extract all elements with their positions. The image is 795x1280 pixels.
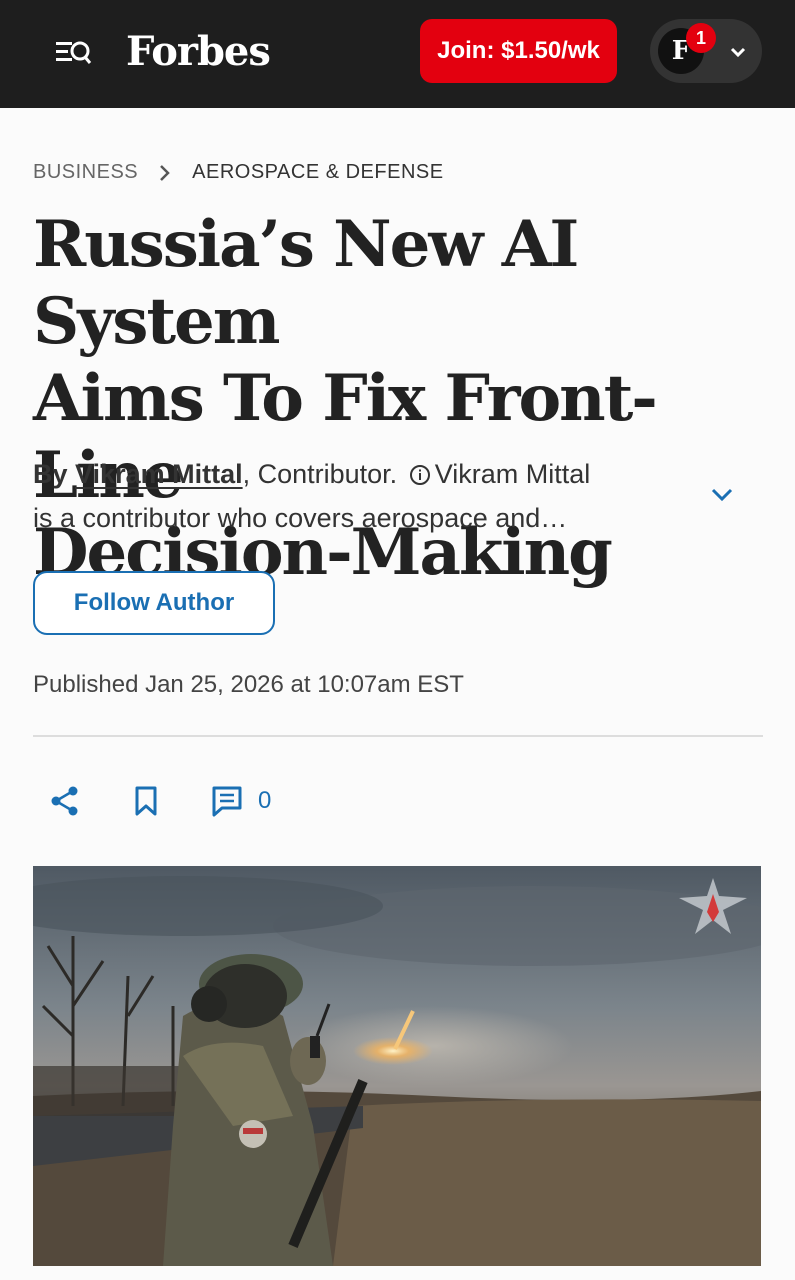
- top-nav-bar: Forbes Join: $1.50/wk F 1: [0, 0, 795, 108]
- hero-image[interactable]: [33, 866, 761, 1266]
- join-subscription-button[interactable]: Join: $1.50/wk: [420, 19, 617, 83]
- author-role: , Contributor.: [242, 459, 398, 489]
- menu-search-icon[interactable]: [54, 36, 94, 68]
- divider: [33, 735, 763, 737]
- chevron-right-icon: [160, 164, 170, 181]
- share-icon[interactable]: [48, 784, 82, 818]
- breadcrumb-aerospace-defense[interactable]: AEROSPACE & DEFENSE: [192, 161, 443, 184]
- author-link[interactable]: Vikram Mittal: [75, 459, 243, 489]
- comment-count[interactable]: 0: [258, 787, 271, 815]
- breadcrumb: BUSINESS AEROSPACE & DEFENSE: [33, 161, 444, 184]
- published-date: Published Jan 25, 2026 at 10:07am EST: [33, 671, 464, 698]
- info-icon[interactable]: [409, 464, 431, 486]
- author-bio: is a contributor who covers aerospace an…: [33, 503, 568, 533]
- chevron-down-icon[interactable]: [708, 480, 736, 508]
- author-bio-name: Vikram Mittal: [434, 459, 591, 489]
- notification-badge: 1: [686, 23, 716, 53]
- breadcrumb-business[interactable]: BUSINESS: [33, 161, 138, 184]
- bookmark-icon[interactable]: [130, 784, 162, 818]
- byline: By Vikram Mittal, Contributor. Vikram Mi…: [33, 452, 673, 540]
- headline-line: Russia’s New AI System: [33, 207, 579, 359]
- comment-icon[interactable]: [210, 784, 244, 818]
- by-label: By: [33, 459, 68, 489]
- chevron-down-icon[interactable]: [728, 42, 748, 62]
- forbes-logo[interactable]: Forbes: [126, 28, 271, 75]
- hero-photo: [33, 866, 761, 1266]
- follow-author-button[interactable]: Follow Author: [33, 571, 275, 635]
- account-menu[interactable]: F 1: [650, 19, 762, 83]
